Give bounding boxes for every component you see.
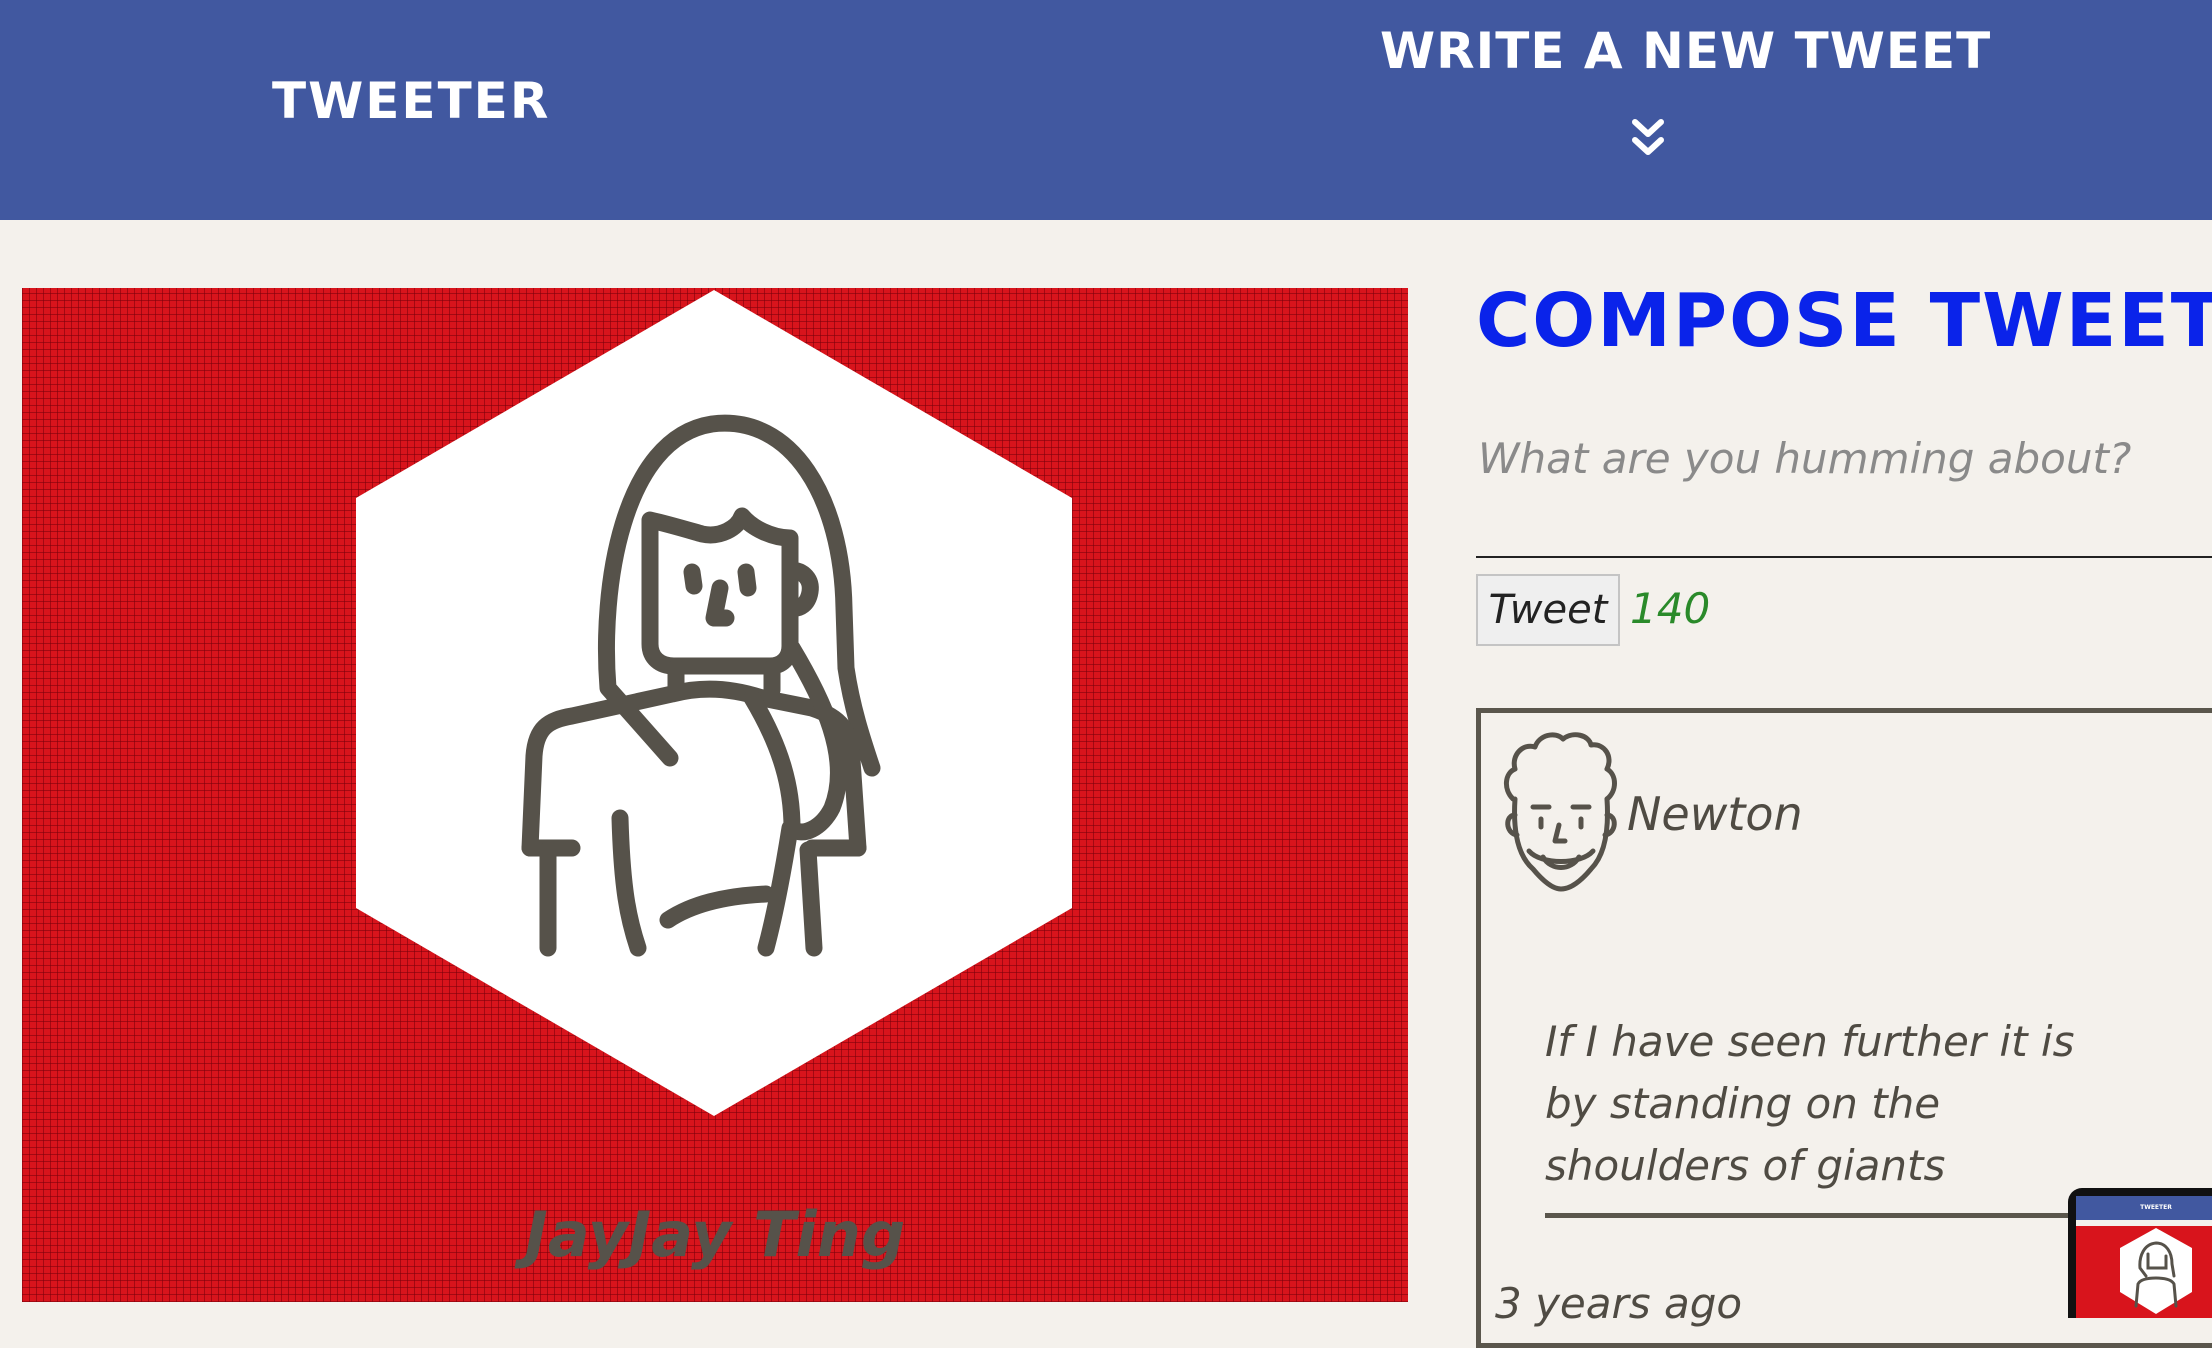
write-new-tweet-toggle[interactable]: WRITE A NEW TWEET xyxy=(1380,22,1992,192)
character-counter: 140 xyxy=(1630,584,1711,633)
thumbnail-avatar-icon xyxy=(2120,1228,2192,1314)
tweet-textarea[interactable] xyxy=(1476,420,2212,558)
thumbnail-header: TWEETER xyxy=(2076,1196,2212,1220)
double-chevron-down-icon xyxy=(1632,119,1664,155)
top-nav-bar: TWEETER WRITE A NEW TWEET xyxy=(0,0,2212,220)
profile-card: JayJay Ting xyxy=(22,288,1408,1302)
brand-logo[interactable]: TWEETER xyxy=(272,72,550,130)
profile-name: JayJay Ting xyxy=(524,1198,906,1271)
thumbnail-profile xyxy=(2076,1226,2212,1318)
woman-avatar-icon xyxy=(356,290,1072,1116)
man-avatar-icon xyxy=(1504,732,1617,892)
app-preview-thumbnail: TWEETER xyxy=(2068,1188,2212,1318)
tweet-submit-button[interactable]: Tweet xyxy=(1476,574,1620,646)
tweet-content: If I have seen further it is by standing… xyxy=(1545,1011,2131,1218)
tweet-author-name[interactable]: Newton xyxy=(1627,787,1803,841)
thumbnail-screen: TWEETER xyxy=(2076,1196,2212,1318)
tweet-timestamp: 3 years ago xyxy=(1495,1279,1743,1328)
write-new-tweet-label: WRITE A NEW TWEET xyxy=(1380,22,1992,80)
compose-tweet-heading: COMPOSE TWEET xyxy=(1476,278,2212,364)
